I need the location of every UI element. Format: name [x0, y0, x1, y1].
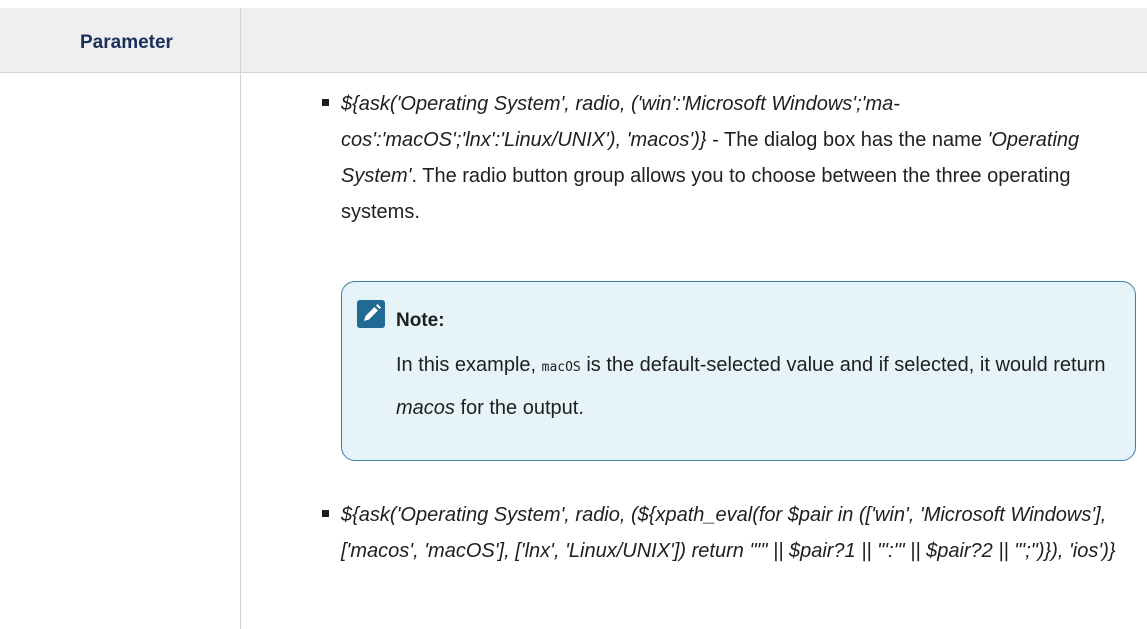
bullet-marker: [322, 99, 329, 106]
note-box: Note: In this example, macOS is the defa…: [341, 281, 1136, 461]
parameter-table: Parameter ${ask('Operating System', radi…: [0, 0, 1147, 629]
list-item-1: ${ask('Operating System', radio, ('win':…: [341, 86, 1141, 230]
table-header-row: Parameter: [0, 8, 1147, 73]
parameter-header-label: Parameter: [80, 32, 173, 53]
note-body: In this example, macOS is the default-se…: [396, 345, 1116, 428]
pencil-icon: [357, 300, 385, 328]
item-1-description-part-1: - The dialog box has the name: [706, 129, 988, 151]
note-italic-value: macos: [396, 397, 455, 419]
note-text-part-1: In this example,: [396, 354, 542, 376]
note-code: macOS: [541, 360, 581, 375]
ask-function-example-2: ${ask('Operating System', radio, (${xpat…: [341, 504, 1116, 562]
note-title: Note:: [396, 310, 445, 331]
note-text-part-2: is the default-selected value and if sel…: [580, 354, 1106, 376]
item-1-description-part-2: . The radio button group allows you to c…: [341, 165, 1071, 223]
parameter-column-header: Parameter: [0, 8, 241, 72]
note-text-part-3: for the output.: [454, 397, 584, 419]
list-item-2: ${ask('Operating System', radio, (${xpat…: [341, 497, 1141, 569]
bullet-marker: [322, 510, 329, 517]
column-divider: [240, 72, 241, 629]
